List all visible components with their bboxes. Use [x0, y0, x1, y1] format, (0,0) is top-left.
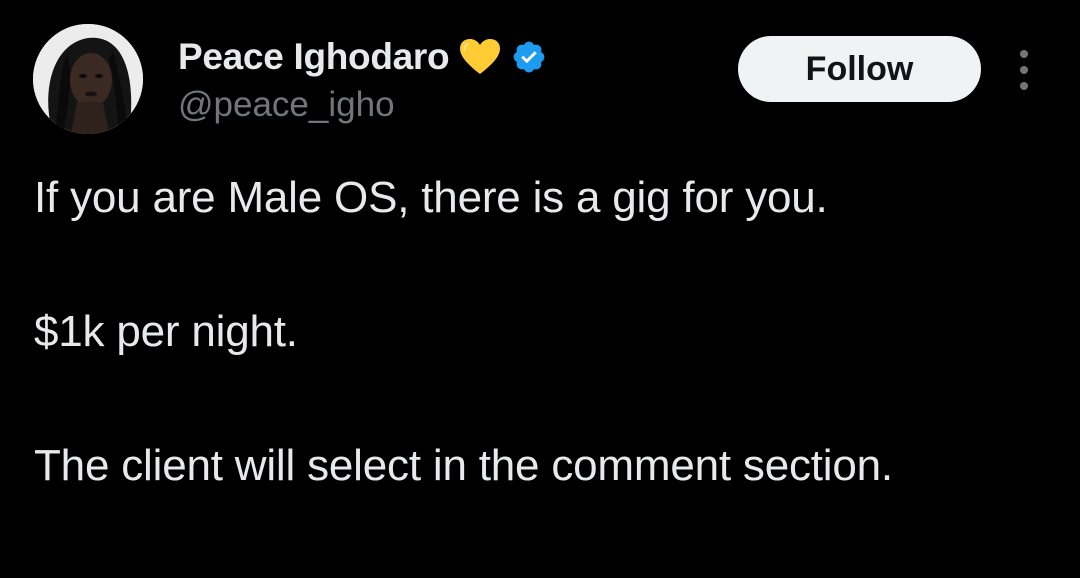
more-options-icon[interactable] — [1012, 50, 1036, 90]
tweet-paragraph: The client will select in the comment se… — [34, 441, 893, 490]
tweet-card: Peace Ighodaro @peace_igho Follow If you… — [0, 0, 1080, 578]
author-name-row: Peace Ighodaro — [178, 34, 547, 80]
author-display-name[interactable]: Peace Ighodaro — [178, 34, 450, 80]
more-dot — [1020, 82, 1028, 90]
tweet-paragraph: $1k per night. — [34, 307, 298, 356]
author-handle[interactable]: @peace_igho — [178, 83, 395, 127]
more-dot — [1020, 50, 1028, 58]
verified-icon[interactable] — [511, 39, 547, 75]
tweet-paragraph: If you are Male OS, there is a gig for y… — [34, 173, 828, 222]
more-dot — [1020, 66, 1028, 74]
yellow-heart-icon — [459, 38, 501, 76]
follow-button[interactable]: Follow — [738, 36, 981, 102]
avatar[interactable] — [33, 24, 143, 134]
tweet-text: If you are Male OS, there is a gig for y… — [34, 166, 1034, 498]
